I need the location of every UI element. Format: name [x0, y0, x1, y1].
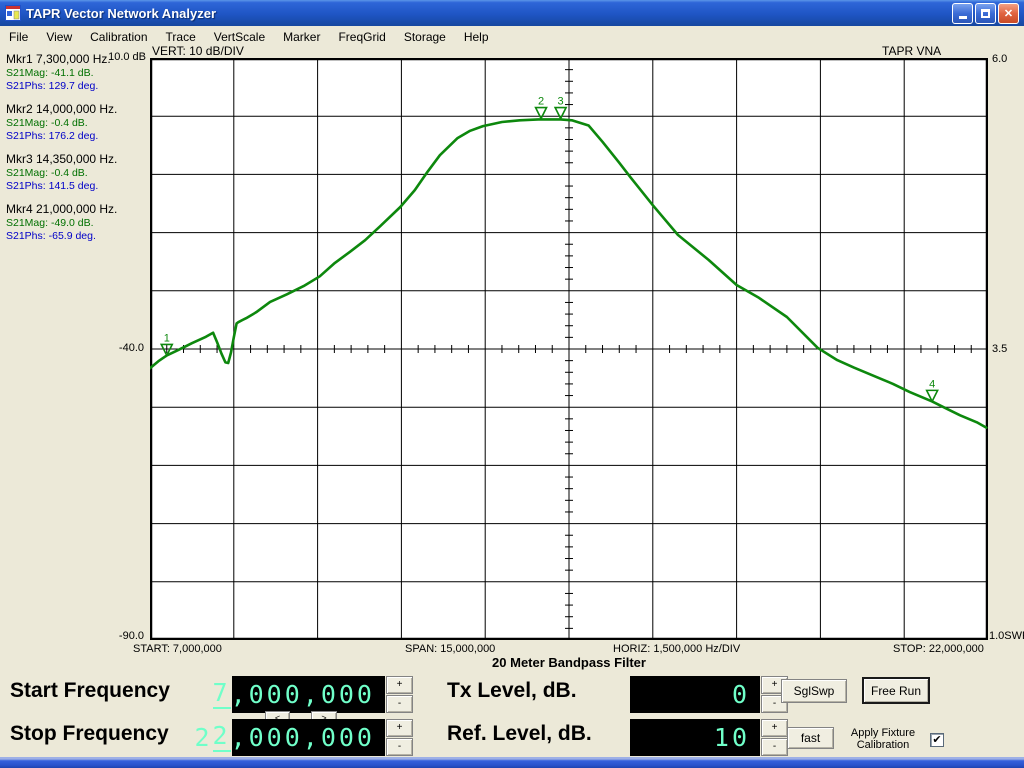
- stop-frequency-label: Stop Frequency: [10, 722, 169, 746]
- stop-frequency-prefix-digits: 2: [194, 723, 212, 752]
- marker4-s21phs: S21Phs: -65.9 deg.: [6, 230, 148, 243]
- title-bar: TAPR Vector Network Analyzer ✕: [0, 0, 1024, 26]
- menu-item-view[interactable]: View: [37, 27, 81, 47]
- x-axis-stop-label: STOP: 22,000,000: [893, 643, 984, 655]
- marker2-s21mag: S21Mag: -0.4 dB.: [6, 117, 148, 130]
- svg-text:1: 1: [164, 332, 170, 344]
- svg-text:3: 3: [558, 96, 564, 108]
- y-axis-label-bottom: -90.0: [98, 630, 144, 642]
- marker1-s21phs: S21Phs: 129.7 deg.: [6, 80, 148, 93]
- stop-frequency-cursor-digit: 2: [213, 723, 231, 751]
- y-axis-label-top: 10.0 dB: [100, 51, 146, 63]
- ref-level-label: Ref. Level, dB.: [447, 722, 592, 746]
- ref-level-digits: 10: [714, 723, 750, 752]
- menu-item-freqgrid[interactable]: FreqGrid: [329, 27, 394, 47]
- app-window: { "window": { "title": "TAPR Vector Netw…: [0, 0, 1024, 768]
- ref-level-increment-button[interactable]: +: [761, 719, 788, 737]
- s21-trace-plot: 1 2 3 4: [150, 58, 988, 640]
- stop-frequency-rest-digits: ,000,000: [231, 723, 375, 752]
- tx-level-label: Tx Level, dB.: [447, 679, 577, 703]
- y-axis-label-mid: -40.0: [98, 342, 144, 354]
- vert-scale-label: VERT: 10 dB/DIV: [152, 44, 244, 58]
- start-frequency-cursor-digit: 7: [213, 680, 231, 708]
- apply-fixture-calibration-label: Apply Fixture Calibration: [838, 727, 928, 751]
- marker2-s21phs: S21Phs: 176.2 deg.: [6, 130, 148, 143]
- marker-readout-panel: Mkr1 7,300,000 Hz. S21Mag: -41.1 dB. S21…: [6, 52, 148, 252]
- check-icon: ✔: [932, 734, 941, 746]
- swr-axis-label-bottom: 1.0SWR: [989, 630, 1024, 642]
- marker-readout-4: Mkr4 21,000,000 Hz. S21Mag: -49.0 dB. S2…: [6, 202, 148, 243]
- apply-fixture-calibration-checkbox[interactable]: ✔: [930, 733, 944, 747]
- marker3-title: Mkr3 14,350,000 Hz.: [6, 152, 148, 167]
- plot-title: 20 Meter Bandpass Filter: [419, 655, 719, 670]
- fast-button[interactable]: fast: [787, 727, 834, 749]
- menu-item-help[interactable]: Help: [455, 27, 498, 47]
- marker4-s21mag: S21Mag: -49.0 dB.: [6, 217, 148, 230]
- start-frequency-display[interactable]: 7,000,000: [232, 676, 385, 713]
- app-icon: [5, 5, 21, 21]
- window-title: TAPR Vector Network Analyzer: [26, 6, 947, 21]
- swr-axis-label-top: 6.0: [992, 53, 1007, 65]
- minimize-icon: [959, 16, 967, 19]
- stop-frequency-display[interactable]: 22,000,000: [232, 719, 385, 756]
- free-run-button[interactable]: Free Run: [862, 677, 930, 704]
- chart-plot-area: 1 2 3 4: [150, 58, 988, 640]
- start-frequency-rest-digits: ,000,000: [231, 680, 375, 709]
- svg-text:2: 2: [538, 96, 544, 108]
- ref-level-display[interactable]: 10: [630, 719, 760, 756]
- menu-item-file[interactable]: File: [0, 27, 37, 47]
- tx-level-digits: 0: [732, 680, 750, 709]
- stop-frequency-increment-button[interactable]: +: [386, 719, 413, 737]
- ref-level-spinner: + -: [761, 719, 788, 756]
- start-frequency-spinner: + -: [386, 676, 413, 713]
- x-axis-horiz-label: HORIZ: 1,500,000 Hz/DIV: [613, 643, 740, 655]
- maximize-button[interactable]: [975, 3, 996, 24]
- brand-label: TAPR VNA: [882, 44, 941, 58]
- stop-frequency-decrement-button[interactable]: -: [386, 738, 413, 756]
- tx-level-display[interactable]: 0: [630, 676, 760, 713]
- x-axis-span-label: SPAN: 15,000,000: [405, 643, 495, 655]
- close-icon: ✕: [1004, 7, 1013, 20]
- start-frequency-label: Start Frequency: [10, 679, 170, 703]
- stop-frequency-spinner: + -: [386, 719, 413, 756]
- marker-readout-3: Mkr3 14,350,000 Hz. S21Mag: -0.4 dB. S21…: [6, 152, 148, 193]
- marker2-title: Mkr2 14,000,000 Hz.: [6, 102, 148, 117]
- marker-readout-2: Mkr2 14,000,000 Hz. S21Mag: -0.4 dB. S21…: [6, 102, 148, 143]
- start-frequency-increment-button[interactable]: +: [386, 676, 413, 694]
- start-frequency-decrement-button[interactable]: -: [386, 695, 413, 713]
- maximize-icon: [981, 9, 990, 18]
- minimize-button[interactable]: [952, 3, 973, 24]
- ref-level-decrement-button[interactable]: -: [761, 738, 788, 756]
- menu-item-storage[interactable]: Storage: [395, 27, 455, 47]
- menu-item-marker[interactable]: Marker: [274, 27, 329, 47]
- single-sweep-button[interactable]: SglSwp: [781, 679, 847, 703]
- window-bottom-border: [0, 757, 1024, 768]
- marker4-title: Mkr4 21,000,000 Hz.: [6, 202, 148, 217]
- svg-text:4: 4: [929, 378, 935, 390]
- close-button[interactable]: ✕: [998, 3, 1019, 24]
- menu-item-calibration[interactable]: Calibration: [81, 27, 156, 47]
- marker3-s21phs: S21Phs: 141.5 deg.: [6, 180, 148, 193]
- swr-axis-label-mid: 3.5: [992, 343, 1007, 355]
- marker3-s21mag: S21Mag: -0.4 dB.: [6, 167, 148, 180]
- x-axis-start-label: START: 7,000,000: [133, 643, 222, 655]
- marker1-s21mag: S21Mag: -41.1 dB.: [6, 67, 148, 80]
